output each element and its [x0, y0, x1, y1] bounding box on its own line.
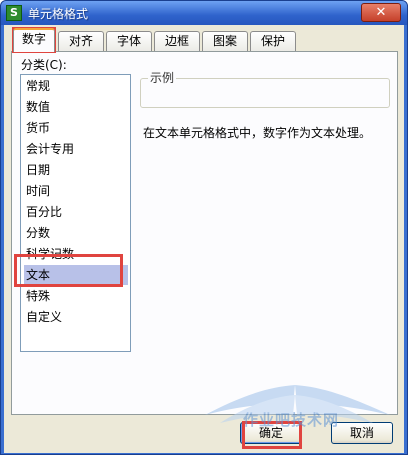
category-label: 分类(C): — [21, 58, 67, 72]
app-icon: S — [6, 5, 22, 21]
title-bar[interactable]: S 单元格格式 ✕ — [1, 1, 407, 25]
ok-button[interactable]: 确定 — [240, 422, 302, 444]
category-item-scientific[interactable]: 科学记数 — [24, 244, 128, 264]
category-item-accounting[interactable]: 会计专用 — [24, 139, 128, 159]
category-item-time[interactable]: 时间 — [24, 181, 128, 201]
tab-font[interactable]: 字体 — [106, 31, 152, 51]
tab-alignment[interactable]: 对齐 — [58, 31, 104, 51]
example-group: 示例 — [140, 68, 390, 126]
category-item-currency[interactable]: 货币 — [24, 118, 128, 138]
category-item-special[interactable]: 特殊 — [24, 286, 128, 306]
close-button[interactable]: ✕ — [361, 3, 401, 22]
category-item-number[interactable]: 数值 — [24, 97, 128, 117]
category-item-general[interactable]: 常规 — [24, 76, 128, 96]
tab-protection[interactable]: 保护 — [250, 31, 296, 51]
dialog-title: 单元格格式 — [28, 7, 89, 21]
category-item-date[interactable]: 日期 — [24, 160, 128, 180]
cancel-button[interactable]: 取消 — [331, 422, 393, 444]
category-item-fraction[interactable]: 分数 — [24, 223, 128, 243]
format-description: 在文本单元格格式中，数字作为文本处理。 — [143, 126, 372, 140]
dialog-body: 数字 对齐 字体 边框 图案 保护 分类(C): 常规 数值 货币 会计专用 日… — [4, 25, 404, 453]
category-item-text[interactable]: 文本 — [24, 265, 128, 285]
dialog-window: S 单元格格式 ✕ 数字 对齐 字体 边框 图案 保护 分类(C): 常规 数值… — [0, 0, 408, 455]
example-title: 示例 — [148, 69, 177, 86]
example-preview-box — [140, 78, 390, 108]
tab-border[interactable]: 边框 — [154, 31, 200, 51]
category-listbox[interactable]: 常规 数值 货币 会计专用 日期 时间 百分比 分数 科学记数 文本 特殊 自定… — [20, 74, 131, 352]
tab-pattern[interactable]: 图案 — [202, 31, 248, 51]
tab-number[interactable]: 数字 — [13, 28, 55, 52]
category-item-percentage[interactable]: 百分比 — [24, 202, 128, 222]
category-item-custom[interactable]: 自定义 — [24, 307, 128, 327]
number-tab-panel: 分类(C): 常规 数值 货币 会计专用 日期 时间 百分比 分数 科学记数 文… — [11, 51, 398, 415]
